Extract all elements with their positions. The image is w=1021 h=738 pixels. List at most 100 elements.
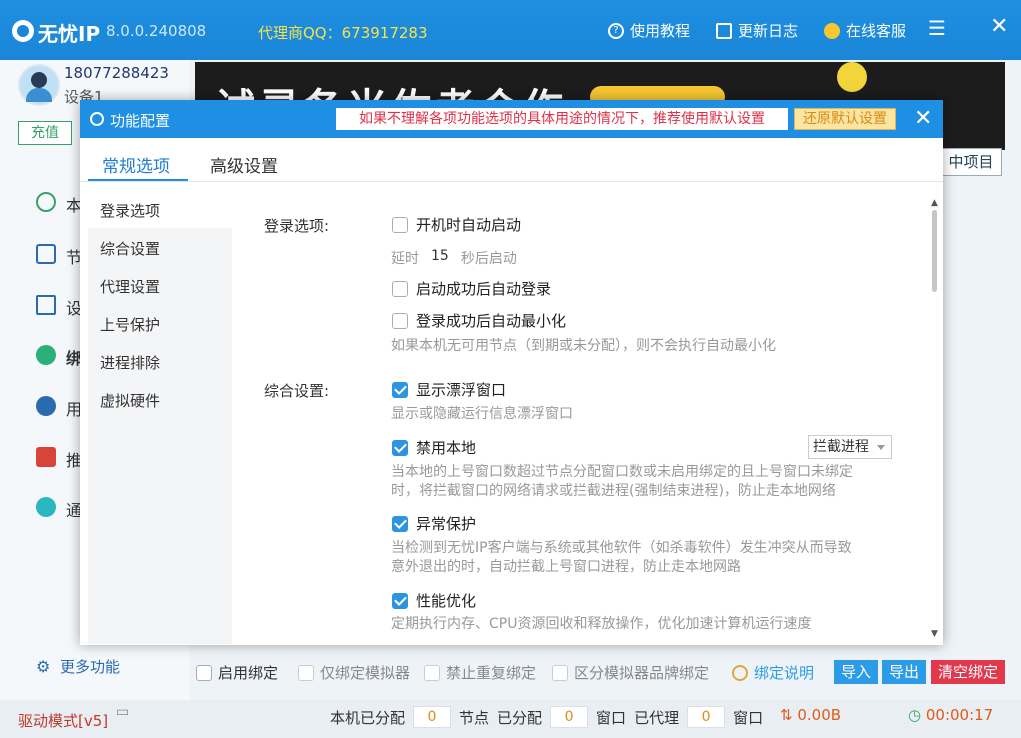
project-tab[interactable]: 中项目 <box>940 148 1002 176</box>
scroll-down-icon[interactable]: ▼ <box>931 629 938 639</box>
settings-dialog: 功能配置 如果不理解各项功能选项的具体用途的情况下，推荐使用默认设置 还原默认设… <box>80 100 943 645</box>
opt-perf[interactable]: 性能优化 <box>392 590 476 611</box>
clear-bind-button[interactable]: 清空绑定 <box>931 660 1005 684</box>
nav-item-proxy[interactable]: 代理设置 <box>100 276 160 297</box>
checkbox[interactable] <box>392 216 408 233</box>
document-icon <box>716 22 732 39</box>
tab-advanced[interactable]: 高级设置 <box>210 152 278 177</box>
node-label: 节点 <box>459 708 490 727</box>
section-general: 综合设置: <box>264 382 330 400</box>
tab-general[interactable]: 常规选项 <box>102 152 170 177</box>
delay-value[interactable]: 15 <box>431 248 449 268</box>
changelog-label: 更新日志 <box>738 22 799 40</box>
close-icon[interactable]: ✕ <box>990 14 1008 39</box>
opt-floatwin[interactable]: 显示漂浮窗口 <box>392 379 506 400</box>
enable-bind-label: 启用绑定 <box>218 664 279 682</box>
service-button[interactable]: 在线客服 <box>824 20 906 41</box>
scroll-up-icon[interactable]: ▲ <box>931 198 938 208</box>
opt-autostart[interactable]: 开机时自动启动 <box>392 214 521 235</box>
avatar[interactable] <box>18 64 60 106</box>
checkbox[interactable] <box>392 592 408 609</box>
stats-line: 本机已分配 0 节点 已分配 0 窗口 已代理 0 窗口 <box>330 706 763 728</box>
export-button[interactable]: 导出 <box>882 660 926 684</box>
user-icon <box>36 396 56 416</box>
brand-bind-label: 区分模拟器品牌绑定 <box>574 664 710 682</box>
account-phone: 18077288423 <box>64 64 169 82</box>
more-functions-button[interactable]: 更多功能 <box>60 656 120 677</box>
section-login: 登录选项: <box>264 217 330 235</box>
recharge-button[interactable]: 充值 <box>18 121 72 145</box>
title-bar: 无忧IP 8.0.0.240808 代理商QQ：673917283 ? 使用教程… <box>0 0 1021 60</box>
speed-readout: ⇅ 0.00B <box>780 706 841 724</box>
checkbox[interactable] <box>424 664 440 681</box>
enable-bind-checkbox[interactable]: 启用绑定 <box>196 662 278 683</box>
bind-help-label: 绑定说明 <box>754 664 815 682</box>
dialog-header: 功能配置 如果不理解各项功能选项的具体用途的情况下，推荐使用默认设置 还原默认设… <box>80 100 943 138</box>
nav-item-login-active[interactable]: 登录选项 <box>100 200 160 221</box>
emulator-only-label: 仅绑定模拟器 <box>320 664 411 682</box>
opt-disable-local-desc-2: 时，将拦截窗口的网络请求或拦截进程(强制结束进程)，防止走本地网络 <box>391 483 836 499</box>
checkbox[interactable] <box>552 664 568 681</box>
speed-value: 0.00B <box>797 706 842 724</box>
import-button[interactable]: 导入 <box>834 660 878 684</box>
app-version: 8.0.0.240808 <box>106 22 207 40</box>
intercept-select[interactable]: 拦截进程 <box>808 435 892 459</box>
nav-item-process-exclude[interactable]: 进程排除 <box>100 352 160 373</box>
opt-disable-local[interactable]: 禁用本地 <box>392 437 476 458</box>
delay-suffix: 秒后启动 <box>460 251 517 267</box>
opt-disable-local-desc-1: 当本地的上号窗口数超过节点分配窗口数或未启用绑定的且上号窗口未绑定 <box>391 464 853 480</box>
question-icon: ? <box>608 22 624 39</box>
checkbox[interactable] <box>392 280 408 297</box>
close-icon[interactable]: ✕ <box>914 106 932 131</box>
opt-autominimize[interactable]: 登录成功后自动最小化 <box>392 310 566 331</box>
no-dup-checkbox[interactable]: 禁止重复绑定 <box>424 662 536 683</box>
opt-autominimize-desc: 如果本机无可用节点（到期或未分配），则不会执行自动最小化 <box>391 338 776 354</box>
bind-help-button[interactable]: 绑定说明 <box>732 662 814 683</box>
opt-exception-desc-2: 意外退出的时，自动拦截上号窗口进程，防止走本地网路 <box>391 559 741 575</box>
scroll-thumb[interactable] <box>932 210 937 292</box>
timer-value: 00:00:17 <box>925 706 994 724</box>
checkbox[interactable] <box>392 381 408 398</box>
headset-icon <box>824 22 840 39</box>
opt-exception-desc-1: 当检测到无忧IP客户端与系统或其他软件（如杀毒软件）发生冲突从而导致 <box>391 540 852 556</box>
checkbox[interactable] <box>196 664 212 681</box>
opt-disable-local-label: 禁用本地 <box>416 439 477 457</box>
bind-icon <box>36 345 56 365</box>
allocated-label: 本机已分配 <box>330 708 406 727</box>
drive-mode: 驱动模式[v5] <box>18 712 109 730</box>
nav-item-virtual-hw[interactable]: 虚拟硬件 <box>100 390 160 411</box>
no-dup-label: 禁止重复绑定 <box>446 664 537 682</box>
dialog-title: 功能配置 <box>110 112 171 130</box>
coin-icon <box>837 62 867 92</box>
checkbox[interactable] <box>392 515 408 532</box>
service-label: 在线客服 <box>846 22 907 40</box>
hamburger-icon[interactable]: ☰ <box>928 16 946 40</box>
bell-icon <box>36 497 56 517</box>
reset-defaults-button[interactable]: 还原默认设置 <box>794 108 896 130</box>
timer-readout: ◷ 00:00:17 <box>908 706 993 724</box>
checkbox[interactable] <box>392 312 408 329</box>
tree-icon <box>36 244 56 264</box>
nav-item-general[interactable]: 综合设置 <box>100 238 160 259</box>
gear-icon: ⚙ <box>36 657 51 676</box>
speed-arrows-icon: ⇅ <box>780 706 798 724</box>
opt-floatwin-label: 显示漂浮窗口 <box>416 381 507 399</box>
app-logo-icon <box>12 20 34 42</box>
checkbox[interactable] <box>392 439 408 456</box>
nav-item-protect[interactable]: 上号保护 <box>100 314 160 335</box>
opt-exception-label: 异常保护 <box>416 515 477 533</box>
clock-icon: ◷ <box>908 706 926 724</box>
opt-floatwin-desc: 显示或隐藏运行信息漂浮窗口 <box>391 406 573 422</box>
opt-exception[interactable]: 异常保护 <box>392 513 476 534</box>
changelog-button[interactable]: 更新日志 <box>716 20 798 41</box>
window-icon[interactable]: ▭ <box>116 704 129 720</box>
assigned-value: 0 <box>550 706 589 728</box>
checkbox[interactable] <box>298 664 314 681</box>
brand-bind-checkbox[interactable]: 区分模拟器品牌绑定 <box>552 662 709 683</box>
settings-nav: 登录选项 综合设置 代理设置 上号保护 进程排除 虚拟硬件 <box>88 194 232 644</box>
opt-perf-label: 性能优化 <box>416 592 477 610</box>
assigned-label: 已分配 <box>497 708 543 727</box>
emulator-only-checkbox[interactable]: 仅绑定模拟器 <box>298 662 410 683</box>
opt-autologin[interactable]: 启动成功后自动登录 <box>392 278 551 299</box>
help-button[interactable]: ? 使用教程 <box>608 20 690 41</box>
